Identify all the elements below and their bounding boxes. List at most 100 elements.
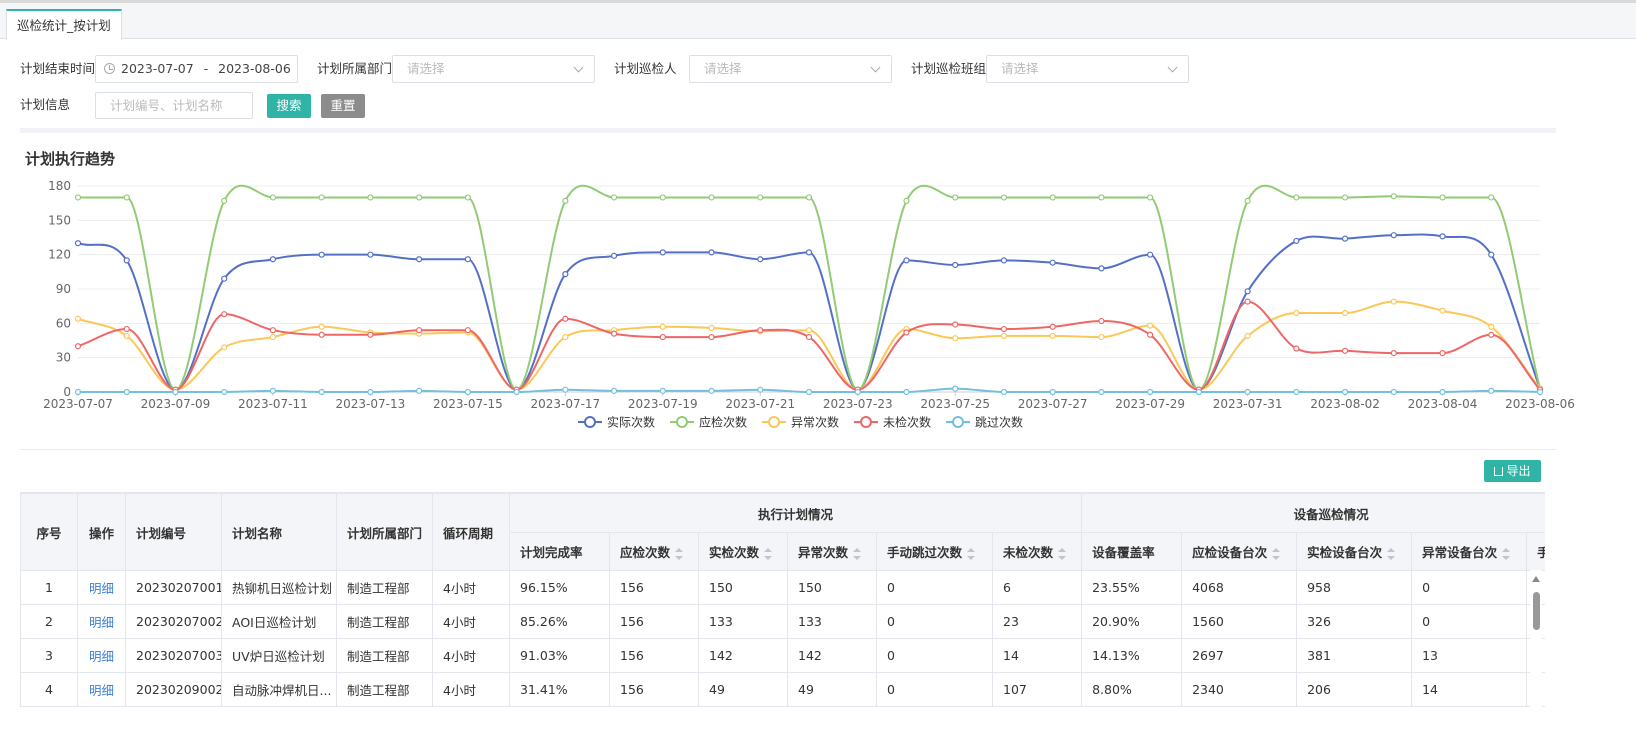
table-row: 1 明细 20230207001 热铆机日巡检计划 制造工程部 4小时 96.15% 156 1… bbox=[20, 570, 1545, 605]
data-point bbox=[123, 388, 130, 396]
data-point bbox=[757, 194, 764, 201]
col-abnormal[interactable]: 异常次数 bbox=[787, 532, 877, 571]
inspector-label: 计划巡检人 bbox=[614, 61, 677, 76]
clock-icon bbox=[104, 63, 115, 74]
x-tick-label: 2023-07-23 bbox=[823, 397, 893, 411]
data-point bbox=[1049, 388, 1056, 396]
plan-info-input[interactable]: 计划编号、计划名称 bbox=[95, 92, 253, 119]
sort-icon[interactable] bbox=[853, 547, 862, 560]
data-point bbox=[464, 388, 471, 396]
y-tick-label: 30 bbox=[56, 351, 71, 365]
cell-skip: 0 bbox=[876, 638, 993, 673]
col-code: 计划编号 bbox=[125, 493, 222, 571]
sort-icon[interactable] bbox=[967, 547, 976, 560]
data-point bbox=[1098, 317, 1105, 325]
cell-dept: 制造工程部 bbox=[336, 638, 433, 673]
data-point bbox=[464, 256, 471, 263]
data-point bbox=[269, 194, 277, 201]
data-point bbox=[1000, 388, 1008, 396]
detail-link[interactable]: 明细 bbox=[77, 638, 126, 673]
legend-label: 实际次数 bbox=[607, 415, 655, 430]
data-point bbox=[1488, 323, 1495, 330]
data-point bbox=[1488, 194, 1495, 201]
x-tick-label: 2023-07-13 bbox=[336, 397, 406, 411]
col-actual[interactable]: 实检次数 bbox=[698, 532, 788, 571]
detail-link[interactable]: 明细 bbox=[77, 672, 126, 707]
data-point bbox=[805, 249, 813, 256]
detail-link[interactable]: 明细 bbox=[77, 570, 126, 605]
cell-dev-should: 2340 bbox=[1181, 672, 1298, 707]
cell-dev-should: 2697 bbox=[1181, 638, 1298, 673]
data-point bbox=[172, 388, 179, 396]
scroll-up-icon[interactable] bbox=[1532, 576, 1540, 582]
col-miss[interactable]: 未检次数 bbox=[991, 532, 1083, 571]
cell-skip: 0 bbox=[876, 672, 993, 707]
data-point bbox=[221, 311, 228, 318]
data-point bbox=[221, 275, 228, 282]
data-point bbox=[562, 333, 569, 341]
date-range-picker[interactable]: 2023-07-07 - 2023-08-06 bbox=[95, 55, 298, 83]
data-point bbox=[1390, 232, 1397, 239]
data-point bbox=[610, 252, 618, 259]
data-point bbox=[367, 331, 374, 338]
sort-icon[interactable] bbox=[764, 547, 773, 560]
data-point bbox=[1293, 194, 1300, 201]
cell-dev-abnormal: 14 bbox=[1411, 672, 1528, 707]
sort-icon[interactable] bbox=[1502, 547, 1511, 560]
legend-swatch-marker bbox=[676, 416, 688, 428]
sort-icon[interactable] bbox=[675, 547, 684, 560]
data-point bbox=[74, 388, 82, 396]
cell-rate: 96.15% bbox=[509, 570, 610, 605]
dept-select[interactable]: 请选择 bbox=[392, 55, 595, 83]
data-point bbox=[1439, 349, 1446, 357]
data-point bbox=[221, 197, 228, 204]
table-row: 2 明细 20230207002 AOI日巡检计划 制造工程部 4小时 85.26% 156 1… bbox=[20, 604, 1545, 639]
data-point bbox=[659, 249, 666, 256]
cell-name: UV炉日巡检计划 bbox=[221, 638, 337, 673]
sort-icon[interactable] bbox=[1058, 547, 1067, 560]
data-point bbox=[708, 387, 715, 394]
data-point bbox=[903, 388, 910, 396]
reset-button[interactable]: 重置 bbox=[321, 94, 365, 118]
series-line bbox=[78, 184, 1541, 391]
inspector-select[interactable]: 请选择 bbox=[689, 55, 892, 83]
cell-miss: 6 bbox=[991, 570, 1083, 605]
col-dev-abnormal[interactable]: 异常设备台次 bbox=[1411, 532, 1528, 571]
export-button[interactable]: 导出 bbox=[1484, 460, 1541, 482]
x-tick-label: 2023-07-11 bbox=[238, 397, 308, 411]
table-scrollbar[interactable] bbox=[1530, 570, 1542, 739]
x-tick-label: 2023-07-31 bbox=[1213, 397, 1283, 411]
cell-miss: 14 bbox=[991, 638, 1083, 673]
chevron-down-icon bbox=[573, 62, 584, 73]
sort-icon[interactable] bbox=[1387, 547, 1396, 560]
col-dept: 计划所属部门 bbox=[336, 493, 433, 571]
series-line bbox=[77, 300, 1541, 391]
data-point bbox=[659, 194, 666, 201]
col-truncated: 手 bbox=[1526, 532, 1545, 571]
legend-swatch-marker bbox=[768, 416, 780, 428]
data-point bbox=[562, 271, 569, 278]
sort-icon[interactable] bbox=[1272, 547, 1281, 560]
x-tick-label: 2023-08-06 bbox=[1505, 397, 1575, 411]
cell-cycle: 4小时 bbox=[432, 570, 510, 605]
search-button[interactable]: 搜索 bbox=[267, 94, 311, 118]
tab-inspection-stats-by-plan[interactable]: 巡检统计_按计划 bbox=[6, 9, 122, 40]
scroll-thumb[interactable] bbox=[1533, 592, 1540, 630]
data-point bbox=[708, 324, 715, 332]
col-dev-should[interactable]: 应检设备台次 bbox=[1181, 532, 1298, 571]
data-point bbox=[318, 388, 325, 396]
data-point bbox=[903, 257, 910, 264]
export-icon bbox=[1494, 467, 1504, 476]
team-select[interactable]: 请选择 bbox=[986, 55, 1189, 83]
detail-link[interactable]: 明细 bbox=[77, 604, 126, 639]
col-dev-actual[interactable]: 实检设备台次 bbox=[1296, 532, 1413, 571]
data-point bbox=[952, 194, 959, 201]
plan-info-label: 计划信息 bbox=[20, 97, 71, 112]
dept-placeholder: 请选择 bbox=[407, 61, 445, 76]
col-skip[interactable]: 手动跳过次数 bbox=[876, 532, 993, 571]
data-point bbox=[1293, 309, 1300, 317]
x-tick-label: 2023-07-27 bbox=[1018, 397, 1088, 411]
table-row: 4 明细 20230209002 自动脉冲焊机日... 制造工程部 4小时 31.41% 15… bbox=[20, 672, 1545, 707]
col-should[interactable]: 应检次数 bbox=[609, 532, 699, 571]
data-point bbox=[269, 327, 277, 334]
